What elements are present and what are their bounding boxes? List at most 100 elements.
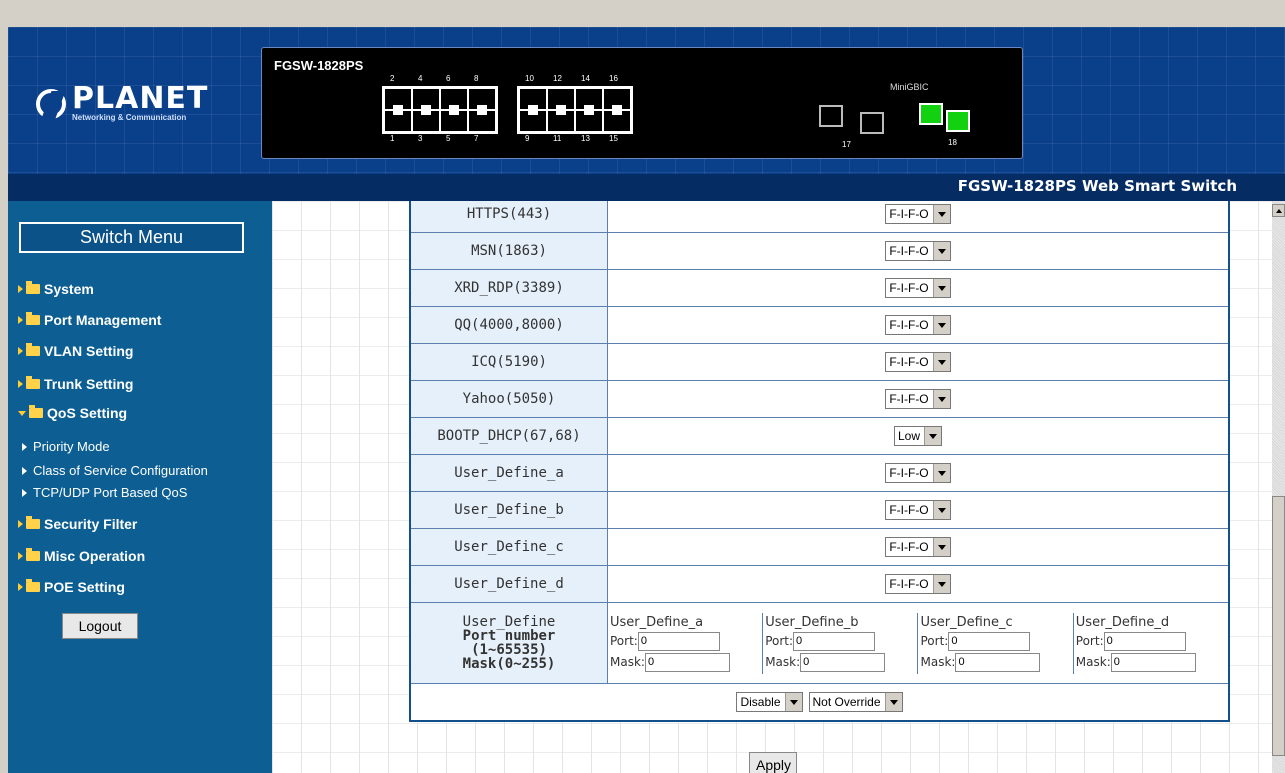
scrollbar-thumb[interactable] xyxy=(1272,496,1285,756)
menu-item-misc-operation[interactable]: Misc Operation xyxy=(18,548,145,564)
apply-button[interactable]: Apply xyxy=(749,752,797,773)
port-number-input[interactable] xyxy=(948,631,1031,651)
page-title: FGSW-1828PS Web Smart Switch xyxy=(957,177,1237,195)
table-row: User_Define_d F-I-F-O xyxy=(409,565,1230,603)
table-row: User_Define_b F-I-F-O xyxy=(409,491,1230,529)
port-number-label: 15 xyxy=(609,134,618,143)
user-define-column: User_Define_c Port: Mask: xyxy=(917,612,1074,674)
mask-input[interactable] xyxy=(1110,652,1196,672)
user-define-column-title: User_Define_d xyxy=(1075,614,1170,630)
mask-label: Mask: xyxy=(765,655,801,669)
port-number-label: 6 xyxy=(446,74,451,83)
folder-icon xyxy=(26,281,40,294)
logout-button[interactable]: Logout xyxy=(62,613,138,639)
scroll-up-arrow-icon[interactable] xyxy=(1272,204,1285,217)
switch-menu-title: Switch Menu xyxy=(19,222,244,253)
user-define-column: User_Define_a Port: Mask: xyxy=(608,612,764,674)
ethernet-port-icon xyxy=(468,88,496,110)
protocol-label: User_Define_b xyxy=(409,491,608,529)
submenu-priority-mode[interactable]: Priority Mode xyxy=(22,439,110,454)
footer-row: Disable Not Override xyxy=(409,683,1230,722)
menu-item-security-filter[interactable]: Security Filter xyxy=(18,516,137,532)
user-define-label-line: (1~65535) xyxy=(471,642,547,658)
priority-select[interactable]: F-I-F-O xyxy=(885,389,951,409)
protocol-label: Yahoo(5050) xyxy=(409,380,608,418)
port-number-label: 12 xyxy=(553,74,562,83)
vertical-scrollbar[interactable] xyxy=(1272,201,1285,773)
mask-input[interactable] xyxy=(955,652,1041,672)
priority-cell: F-I-F-O xyxy=(607,491,1230,529)
priority-cell: F-I-F-O xyxy=(607,306,1230,344)
bullet-arrow-icon xyxy=(22,442,27,451)
expand-arrow-icon xyxy=(18,285,23,293)
menu-item-qos-setting[interactable]: QoS Setting xyxy=(18,405,127,421)
expand-arrow-icon xyxy=(18,552,23,560)
priority-select[interactable]: F-I-F-O xyxy=(885,241,951,261)
table-row: XRD_RDP(3389) F-I-F-O xyxy=(409,269,1230,307)
port-18-label: 18 xyxy=(948,138,957,147)
mask-input[interactable] xyxy=(644,652,730,672)
port-number-label: 2 xyxy=(390,74,395,83)
folder-icon xyxy=(26,376,40,389)
menu-item-system[interactable]: System xyxy=(18,281,94,297)
priority-cell: F-I-F-O xyxy=(607,454,1230,492)
table-row: MSN(1863) F-I-F-O xyxy=(409,232,1230,270)
priority-select[interactable]: F-I-F-O xyxy=(885,204,951,224)
browser-content: PLANET Networking & Communication FGSW-1… xyxy=(8,27,1285,773)
user-define-column-title: User_Define_b xyxy=(765,614,859,630)
planet-logo: PLANET Networking & Communication xyxy=(36,84,208,122)
port-number-input[interactable] xyxy=(637,631,720,651)
submenu-class-of-service[interactable]: Class of Service Configuration xyxy=(22,463,208,478)
port-number-label: 7 xyxy=(474,134,479,143)
mode-select[interactable]: Disable xyxy=(736,692,803,712)
dropdown-arrow-icon xyxy=(932,464,950,482)
port-group-2 xyxy=(517,86,633,134)
menu-item-poe-setting[interactable]: POE Setting xyxy=(18,579,125,595)
priority-select-value: F-I-F-O xyxy=(889,281,929,295)
expand-arrow-icon xyxy=(18,380,23,388)
mask-input[interactable] xyxy=(800,652,886,672)
menu-item-vlan-setting[interactable]: VLAN Setting xyxy=(18,343,133,359)
port-number-label: 11 xyxy=(553,134,562,143)
switch-front-panel: FGSW-1828PS 2 1 4 3 6 5 8 7 10 9 12 11 14 13 16 15 Mini… xyxy=(261,47,1023,159)
priority-select[interactable]: F-I-F-O xyxy=(885,574,951,594)
ethernet-port-icon xyxy=(440,110,468,132)
dropdown-arrow-icon xyxy=(932,501,950,519)
port-label: Port: xyxy=(765,634,794,648)
port-number-label: 3 xyxy=(418,134,423,143)
priority-select[interactable]: F-I-F-O xyxy=(885,500,951,520)
priority-select-value: F-I-F-O xyxy=(889,540,929,554)
priority-select-value: Low xyxy=(897,429,920,443)
protocol-label: QQ(4000,8000) xyxy=(409,306,608,344)
minigbic-label: MiniGBIC xyxy=(890,82,929,92)
collapse-arrow-icon xyxy=(18,410,26,416)
priority-select-value: F-I-F-O xyxy=(889,466,929,480)
submenu-tcp-udp-port-qos[interactable]: TCP/UDP Port Based QoS xyxy=(22,485,187,500)
priority-select[interactable]: Low xyxy=(893,426,942,446)
port-number-input[interactable] xyxy=(793,631,876,651)
user-define-column: User_Define_b Port: Mask: xyxy=(762,612,919,674)
port-number-input[interactable] xyxy=(1103,631,1186,651)
menu-item-trunk-setting[interactable]: Trunk Setting xyxy=(18,376,133,392)
dropdown-arrow-icon xyxy=(932,316,950,334)
priority-cell: Low xyxy=(607,417,1230,455)
sidebar: Switch Menu System Port Management VLAN … xyxy=(8,201,272,773)
dropdown-arrow-icon xyxy=(932,205,950,223)
menu-item-port-management[interactable]: Port Management xyxy=(18,312,161,328)
port-number-label: 1 xyxy=(390,134,395,143)
dropdown-arrow-icon xyxy=(932,575,950,593)
expand-arrow-icon xyxy=(18,583,23,591)
user-define-label-line: Mask(0~255) xyxy=(462,656,556,672)
priority-select[interactable]: F-I-F-O xyxy=(885,463,951,483)
priority-select[interactable]: F-I-F-O xyxy=(885,352,951,372)
port-number-label: 13 xyxy=(581,134,590,143)
priority-select[interactable]: F-I-F-O xyxy=(885,278,951,298)
table-row: BOOTP_DHCP(67,68) Low xyxy=(409,417,1230,455)
priority-select[interactable]: F-I-F-O xyxy=(885,537,951,557)
user-define-row: User_Define Port number (1~65535) Mask(0~25… xyxy=(409,602,1230,684)
priority-select-value: F-I-F-O xyxy=(889,318,929,332)
folder-icon xyxy=(26,516,40,529)
priority-select[interactable]: F-I-F-O xyxy=(885,315,951,335)
override-select[interactable]: Not Override xyxy=(808,692,903,712)
port-label: Port: xyxy=(920,634,949,648)
